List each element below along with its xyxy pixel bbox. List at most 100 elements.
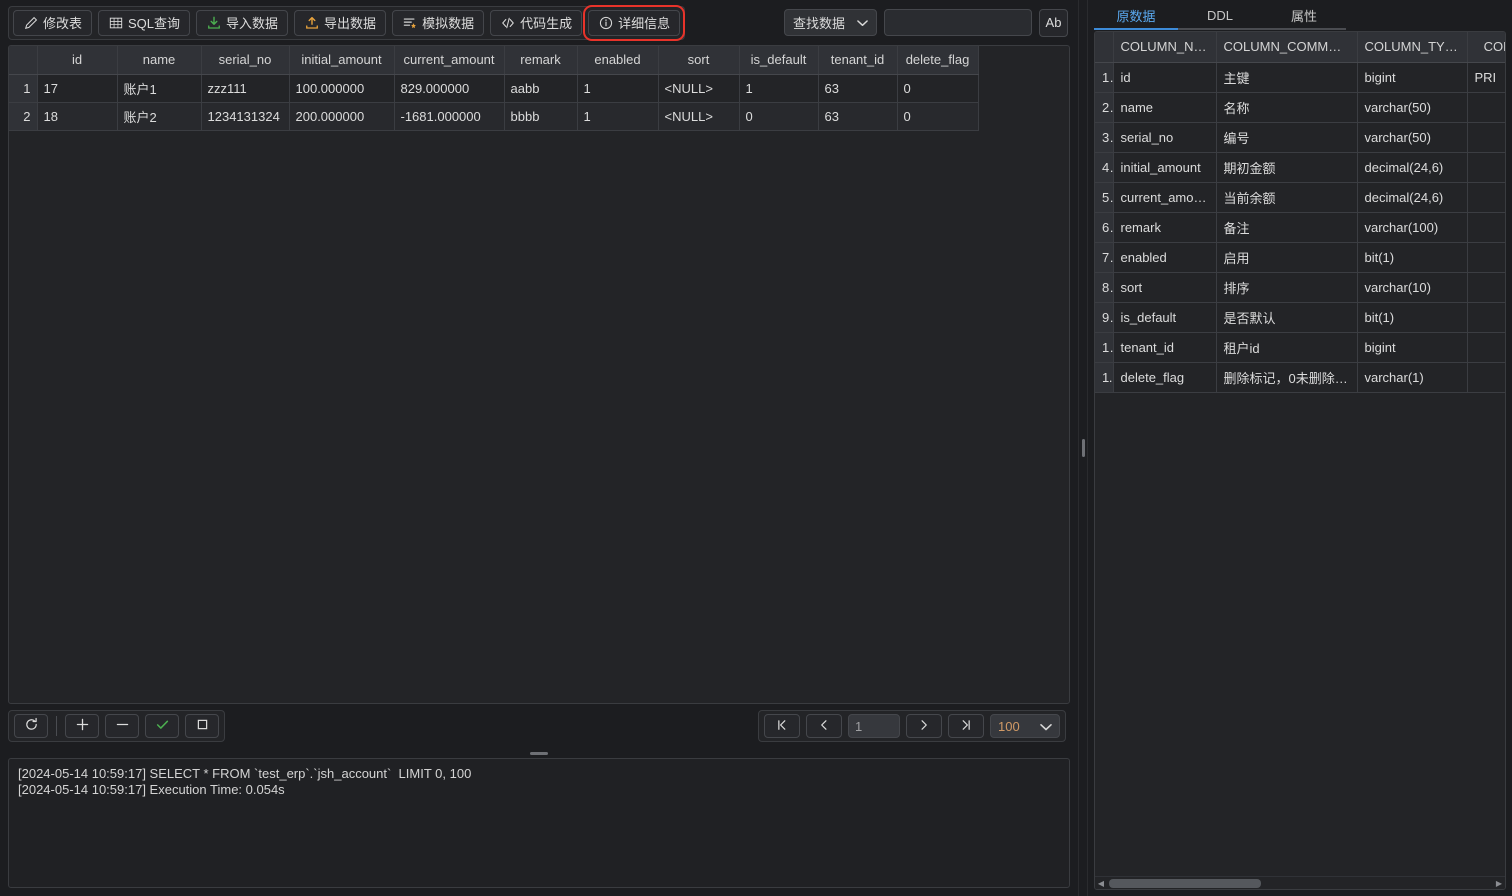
table-row[interactable]: 1 id 主键 bigint PRI: [1095, 62, 1505, 92]
cell-delete-flag[interactable]: 0: [897, 74, 978, 102]
metadata-grid[interactable]: COLUMN_NAME COLUMN_COMMENT COLUMN_TYPE C…: [1094, 31, 1506, 890]
column-header-column-name[interactable]: COLUMN_NAME: [1113, 32, 1216, 62]
vertical-splitter[interactable]: [1078, 0, 1088, 896]
cell-column-comment[interactable]: 是否默认: [1216, 302, 1357, 332]
column-header-column-key[interactable]: COL: [1467, 32, 1505, 62]
cell-column-key[interactable]: [1467, 212, 1505, 242]
column-header-sort[interactable]: sort: [658, 46, 739, 74]
cell-initial-amount[interactable]: 200.000000: [289, 102, 394, 130]
cell-column-name[interactable]: is_default: [1113, 302, 1216, 332]
cell-tenant-id[interactable]: 63: [818, 74, 897, 102]
cell-column-name[interactable]: delete_flag: [1113, 362, 1216, 392]
scroll-left-arrow-icon[interactable]: ◀: [1095, 879, 1107, 888]
code-generate-button[interactable]: 代码生成: [490, 10, 582, 36]
table-row[interactable]: 8 sort 排序 varchar(10): [1095, 272, 1505, 302]
tab-properties[interactable]: 属性: [1262, 3, 1346, 30]
cell-column-type[interactable]: varchar(100): [1357, 212, 1467, 242]
cell-column-name[interactable]: initial_amount: [1113, 152, 1216, 182]
cell-column-type[interactable]: decimal(24,6): [1357, 182, 1467, 212]
cell-remark[interactable]: aabb: [504, 74, 577, 102]
cell-column-comment[interactable]: 排序: [1216, 272, 1357, 302]
cell-column-comment[interactable]: 当前余额: [1216, 182, 1357, 212]
cell-column-key[interactable]: [1467, 122, 1505, 152]
table-row[interactable]: 5 current_amount 当前余额 decimal(24,6): [1095, 182, 1505, 212]
cell-column-type[interactable]: varchar(50): [1357, 122, 1467, 152]
cell-column-key[interactable]: [1467, 92, 1505, 122]
cell-column-type[interactable]: varchar(1): [1357, 362, 1467, 392]
cell-column-comment[interactable]: 启用: [1216, 242, 1357, 272]
stop-button[interactable]: [185, 714, 219, 738]
cell-initial-amount[interactable]: 100.000000: [289, 74, 394, 102]
table-row[interactable]: 1 17 账户1 zzz111 100.000000 829.000000 aa…: [9, 74, 978, 102]
cell-column-key[interactable]: [1467, 242, 1505, 272]
cell-column-comment[interactable]: 编号: [1216, 122, 1357, 152]
column-header-enabled[interactable]: enabled: [577, 46, 658, 74]
cell-name[interactable]: 账户1: [117, 74, 201, 102]
cell-column-type[interactable]: bit(1): [1357, 242, 1467, 272]
cell-enabled[interactable]: 1: [577, 74, 658, 102]
cell-id[interactable]: 18: [37, 102, 117, 130]
cell-column-comment[interactable]: 主键: [1216, 62, 1357, 92]
table-row[interactable]: 3 serial_no 编号 varchar(50): [1095, 122, 1505, 152]
cell-column-key[interactable]: [1467, 152, 1505, 182]
add-row-button[interactable]: [65, 714, 99, 738]
column-header-initial-amount[interactable]: initial_amount: [289, 46, 394, 74]
scrollbar-thumb[interactable]: [1109, 879, 1261, 888]
cell-tenant-id[interactable]: 63: [818, 102, 897, 130]
horizontal-splitter[interactable]: [0, 748, 1078, 758]
prev-page-button[interactable]: [806, 714, 842, 738]
cell-column-name[interactable]: serial_no: [1113, 122, 1216, 152]
column-header-current-amount[interactable]: current_amount: [394, 46, 504, 74]
cell-serial-no[interactable]: zzz111: [201, 74, 289, 102]
cell-serial-no[interactable]: 1234131324: [201, 102, 289, 130]
cell-column-comment[interactable]: 名称: [1216, 92, 1357, 122]
column-header-column-comment[interactable]: COLUMN_COMMENT: [1216, 32, 1357, 62]
cell-column-name[interactable]: name: [1113, 92, 1216, 122]
scrollbar-track[interactable]: [1107, 879, 1493, 888]
scroll-right-arrow-icon[interactable]: ▶: [1493, 879, 1505, 888]
import-data-button[interactable]: 导入数据: [196, 10, 288, 36]
export-data-button[interactable]: 导出数据: [294, 10, 386, 36]
cell-column-name[interactable]: current_amount: [1113, 182, 1216, 212]
first-page-button[interactable]: [764, 714, 800, 738]
refresh-button[interactable]: [14, 714, 48, 738]
mock-data-button[interactable]: 模拟数据: [392, 10, 484, 36]
table-row[interactable]: 9 is_default 是否默认 bit(1): [1095, 302, 1505, 332]
tab-raw-data[interactable]: 原数据: [1094, 3, 1178, 30]
cell-enabled[interactable]: 1: [577, 102, 658, 130]
table-row[interactable]: 2 name 名称 varchar(50): [1095, 92, 1505, 122]
cell-name[interactable]: 账户2: [117, 102, 201, 130]
table-row[interactable]: 6 remark 备注 varchar(100): [1095, 212, 1505, 242]
column-header-is-default[interactable]: is_default: [739, 46, 818, 74]
cell-is-default[interactable]: 1: [739, 74, 818, 102]
next-page-button[interactable]: [906, 714, 942, 738]
cell-remark[interactable]: bbbb: [504, 102, 577, 130]
cell-current-amount[interactable]: 829.000000: [394, 74, 504, 102]
table-row[interactable]: 2 18 账户2 1234131324 200.000000 -1681.000…: [9, 102, 978, 130]
column-header-tenant-id[interactable]: tenant_id: [818, 46, 897, 74]
cell-column-key[interactable]: [1467, 182, 1505, 212]
page-size-select[interactable]: 100: [990, 714, 1060, 738]
cell-sort[interactable]: <NULL>: [658, 74, 739, 102]
cell-column-name[interactable]: id: [1113, 62, 1216, 92]
delete-row-button[interactable]: [105, 714, 139, 738]
metadata-horizontal-scrollbar[interactable]: ◀ ▶: [1095, 876, 1505, 889]
cell-column-type[interactable]: bit(1): [1357, 302, 1467, 332]
column-header-remark[interactable]: remark: [504, 46, 577, 74]
sql-query-button[interactable]: SQL查询: [98, 10, 190, 36]
cell-column-type[interactable]: bigint: [1357, 62, 1467, 92]
table-row[interactable]: 10 tenant_id 租户id bigint: [1095, 332, 1505, 362]
cell-column-comment[interactable]: 租户id: [1216, 332, 1357, 362]
cell-column-type[interactable]: varchar(10): [1357, 272, 1467, 302]
table-row[interactable]: 4 initial_amount 期初金额 decimal(24,6): [1095, 152, 1505, 182]
page-number-input[interactable]: [848, 714, 900, 738]
cell-id[interactable]: 17: [37, 74, 117, 102]
cell-column-key[interactable]: [1467, 332, 1505, 362]
column-header-delete-flag[interactable]: delete_flag: [897, 46, 978, 74]
cell-delete-flag[interactable]: 0: [897, 102, 978, 130]
cell-column-key[interactable]: [1467, 272, 1505, 302]
column-header-id[interactable]: id: [37, 46, 117, 74]
modify-table-button[interactable]: 修改表: [13, 10, 92, 36]
cell-column-name[interactable]: remark: [1113, 212, 1216, 242]
column-header-serial-no[interactable]: serial_no: [201, 46, 289, 74]
